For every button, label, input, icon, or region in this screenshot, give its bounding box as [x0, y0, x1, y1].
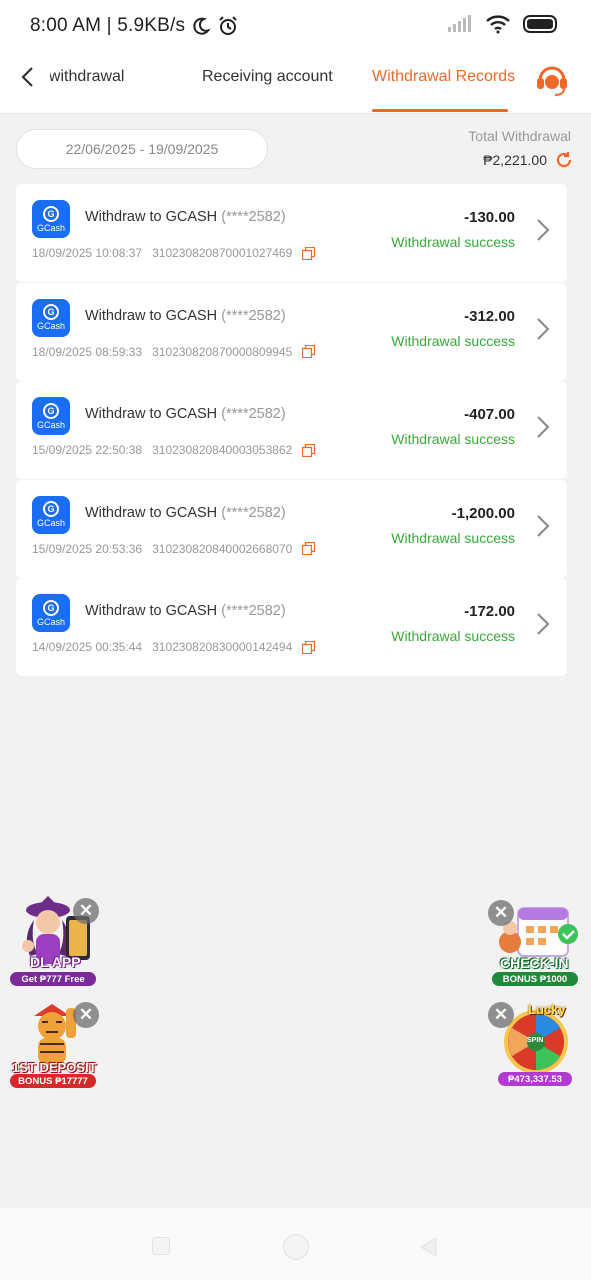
chevron-right-icon	[537, 416, 550, 438]
customer-support-button[interactable]	[533, 60, 571, 98]
record-amount: -407.00	[464, 406, 515, 423]
first-deposit-caption: 1ST DEPOSIT	[12, 1060, 97, 1075]
record-account: (****2582)	[221, 504, 286, 521]
do-not-disturb-icon	[193, 17, 211, 35]
tab-first-withdrawal[interactable]: st withdrawal	[50, 68, 124, 86]
check-in-caption: CHECK-IN	[500, 955, 569, 971]
record-status: Withdrawal success	[391, 529, 515, 546]
chevron-right-icon	[537, 317, 550, 340]
copy-icon[interactable]	[302, 542, 316, 555]
record-status: Withdrawal success	[391, 332, 515, 349]
spin-center-label: SPIN	[527, 1037, 544, 1044]
back-triangle-icon[interactable]	[418, 1236, 438, 1258]
lucky-spin-band: ₱473,337.53	[498, 1072, 572, 1086]
header: st withdrawal Receiving account Withdraw…	[0, 52, 591, 114]
gcash-logo-icon: G GCash	[32, 298, 70, 337]
record-title: Withdraw to GCASH	[85, 603, 218, 619]
close-first-deposit-icon[interactable]: ✕	[73, 1002, 99, 1028]
promo-dl-app[interactable]: ✕ DL APP Get ₱777 Free	[8, 896, 100, 988]
promo-check-in[interactable]: ✕ CHECK-IN BONUS ₱1000	[488, 898, 584, 990]
total-withdrawal-label: Total Withdrawal	[468, 128, 571, 144]
chevron-right-icon	[537, 613, 550, 635]
record-item[interactable]: G GCash Withdraw to GCASH (****2582) 15/0…	[16, 381, 567, 479]
record-order-id: 310230820870000809945	[152, 344, 293, 359]
record-status: Withdrawal success	[391, 431, 515, 447]
status-time: 8:00 AM | 5.9KB/s	[30, 15, 186, 36]
status-bar: 8:00 AM | 5.9KB/s	[0, 0, 591, 52]
lucky-caption: Lucky	[528, 1002, 566, 1017]
record-order-id: 310230820870001027469	[152, 246, 293, 260]
gcash-logo-icon: G GCash	[32, 200, 70, 238]
tab-receiving-account[interactable]: Receiving account	[202, 68, 333, 86]
back-button[interactable]	[14, 64, 40, 90]
date-range-picker[interactable]: 22/06/2025 - 19/09/2025	[16, 129, 268, 169]
record-amount: -172.00	[464, 603, 515, 620]
record-title: Withdraw to GCASH	[85, 406, 218, 422]
record-account: (****2582)	[221, 209, 286, 225]
gcash-logo-icon: G GCash	[32, 495, 70, 534]
copy-icon[interactable]	[302, 246, 316, 260]
record-item[interactable]: G GCash Withdraw to GCASH (****2582) 18/0…	[16, 282, 567, 381]
first-deposit-band: BONUS ₱17777	[10, 1074, 96, 1088]
record-item[interactable]: G GCash Withdraw to GCASH (****2582) 14/0…	[16, 578, 567, 676]
tab-withdrawal-records[interactable]: Withdrawal Records	[372, 68, 515, 86]
record-order-id: 310230820830000142494	[152, 640, 293, 654]
copy-icon[interactable]	[302, 345, 316, 358]
dl-app-caption: DL APP	[30, 954, 81, 970]
record-datetime: 18/09/2025 10:08:37	[32, 246, 143, 260]
record-title: Withdraw to GCASH	[85, 209, 218, 225]
record-status: Withdrawal success	[391, 628, 515, 644]
record-order-id: 310230820840002668070	[152, 541, 293, 556]
active-tab-indicator	[372, 109, 508, 112]
record-item[interactable]: G GCash Withdraw to GCASH (****2582) 15/0…	[16, 479, 567, 578]
record-order-id: 310230820840003053862	[152, 443, 293, 457]
record-title: Withdraw to GCASH	[85, 307, 218, 324]
record-amount: -130.00	[464, 209, 515, 226]
record-item[interactable]: G GCash Withdraw to GCASH (****2582) 18/0…	[16, 184, 567, 282]
record-datetime: 15/09/2025 22:50:38	[32, 443, 143, 457]
tab-bar: st withdrawal Receiving account Withdraw…	[50, 52, 521, 114]
wifi-icon	[486, 15, 510, 34]
copy-icon[interactable]	[302, 640, 316, 654]
gcash-logo-icon: G GCash	[32, 397, 70, 435]
battery-icon	[523, 15, 557, 33]
chevron-right-icon	[537, 514, 550, 537]
chevron-left-icon	[21, 67, 33, 87]
close-dl-app-icon[interactable]: ✕	[73, 898, 99, 924]
alarm-icon	[219, 16, 237, 35]
recent-apps-button[interactable]	[152, 1237, 170, 1255]
record-datetime: 15/09/2025 20:53:36	[32, 541, 143, 556]
record-datetime: 14/09/2025 00:35:44	[32, 640, 143, 654]
record-account: (****2582)	[221, 406, 286, 422]
dl-app-band: Get ₱777 Free	[10, 972, 96, 986]
check-in-band: BONUS ₱1000	[492, 972, 578, 986]
refresh-icon[interactable]	[555, 151, 573, 169]
copy-icon[interactable]	[302, 443, 316, 457]
close-lucky-spin-icon[interactable]: ✕	[488, 1002, 514, 1028]
withdrawal-records-list: G GCash Withdraw to GCASH (****2582) 18/0…	[16, 184, 567, 677]
record-status: Withdrawal success	[391, 234, 515, 250]
gcash-logo-icon: G GCash	[32, 594, 70, 632]
record-amount: -1,200.00	[451, 504, 515, 522]
promo-first-deposit[interactable]: ✕ 1ST DEPOSIT BONUS ₱17777	[8, 1000, 104, 1092]
total-withdrawal-value: ₱2,221.00	[483, 152, 547, 168]
record-amount: -312.00	[464, 307, 515, 325]
record-account: (****2582)	[221, 307, 286, 324]
close-check-in-icon[interactable]: ✕	[488, 900, 514, 926]
signal-icon	[448, 15, 471, 32]
promo-lucky-spin[interactable]: ✕ Lucky SPIN ₱473,337.53	[488, 1000, 584, 1092]
record-datetime: 18/09/2025 08:59:33	[32, 344, 143, 359]
record-account: (****2582)	[221, 603, 286, 619]
chevron-right-icon	[537, 219, 550, 241]
system-nav-bar	[0, 1208, 591, 1280]
headset-icon	[537, 66, 567, 96]
home-button[interactable]	[283, 1234, 309, 1260]
record-title: Withdraw to GCASH	[85, 504, 218, 521]
